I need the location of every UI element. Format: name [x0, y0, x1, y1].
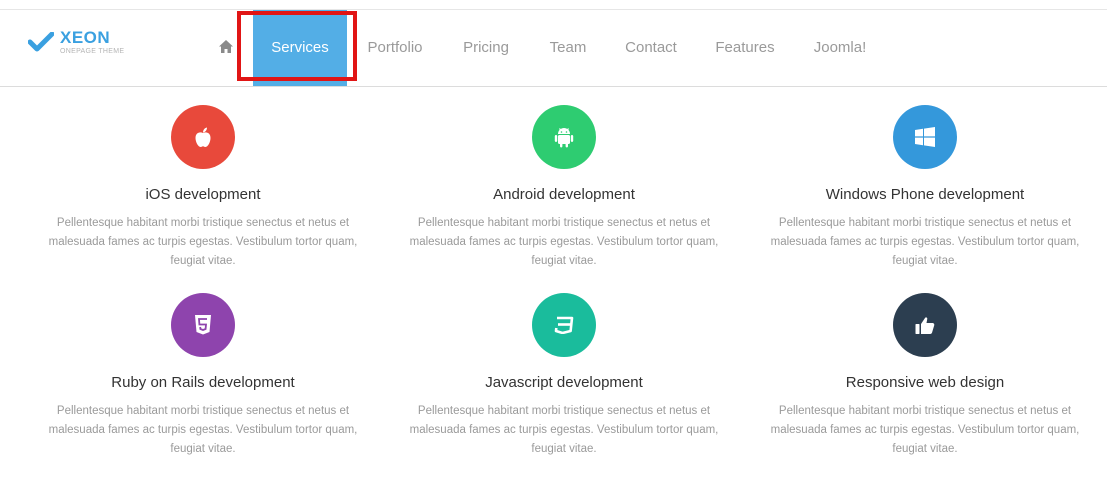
service-card-rails: Ruby on Rails development Pellentesque h…: [22, 293, 384, 459]
service-title: Windows Phone development: [825, 186, 1025, 203]
service-title: Javascript development: [485, 374, 643, 391]
html5-icon: [195, 315, 211, 335]
nav-item-portfolio[interactable]: Portfolio: [363, 10, 427, 86]
windows-icon: [915, 127, 935, 147]
service-card-responsive: Responsive web design Pellentesque habit…: [744, 293, 1106, 459]
service-title: iOS development: [145, 186, 261, 203]
service-icon-circle: [171, 105, 235, 169]
service-card-ios: iOS development Pellentesque habitant mo…: [22, 105, 384, 271]
service-title: Android development: [493, 186, 635, 203]
nav-item-features[interactable]: Features: [710, 10, 780, 86]
css3-icon: [554, 316, 574, 334]
service-description: Pellentesque habitant morbi tristique se…: [409, 405, 719, 455]
service-description: Pellentesque habitant morbi tristique se…: [770, 217, 1080, 267]
service-title: Ruby on Rails development: [111, 374, 295, 391]
nav-item-pricing[interactable]: Pricing: [458, 10, 514, 86]
nav-item-contact[interactable]: Contact: [620, 10, 682, 86]
service-icon-circle: [893, 105, 957, 169]
checkmark-icon: [28, 32, 54, 52]
service-description: Pellentesque habitant morbi tristique se…: [770, 405, 1080, 455]
service-description: Pellentesque habitant morbi tristique se…: [48, 405, 358, 455]
thumbs-up-icon: [915, 316, 935, 334]
service-icon-circle: [893, 293, 957, 357]
service-icon-circle: [532, 293, 596, 357]
nav-item-joomla[interactable]: Joomla!: [808, 10, 872, 86]
service-card-windows: Windows Phone development Pellentesque h…: [744, 105, 1106, 271]
service-title: Responsive web design: [845, 374, 1005, 391]
brand-tagline: ONEPAGE THEME: [60, 48, 125, 55]
service-icon-circle: [171, 293, 235, 357]
navbar: XEON ONEPAGE THEME Services Portfolio Pr…: [0, 10, 1107, 87]
apple-icon: [195, 127, 211, 147]
service-card-android: Android development Pellentesque habitan…: [383, 105, 745, 271]
logo[interactable]: XEON ONEPAGE THEME: [28, 28, 178, 68]
service-description: Pellentesque habitant morbi tristique se…: [409, 217, 719, 267]
service-card-javascript: Javascript development Pellentesque habi…: [383, 293, 745, 459]
nav-item-services[interactable]: Services: [253, 10, 347, 86]
nav-item-team[interactable]: Team: [544, 10, 592, 86]
service-description: Pellentesque habitant morbi tristique se…: [48, 217, 358, 267]
android-icon: [554, 128, 574, 148]
nav-home[interactable]: [219, 40, 233, 58]
brand-name: XEON: [60, 28, 111, 47]
service-icon-circle: [532, 105, 596, 169]
home-icon: [219, 40, 233, 53]
